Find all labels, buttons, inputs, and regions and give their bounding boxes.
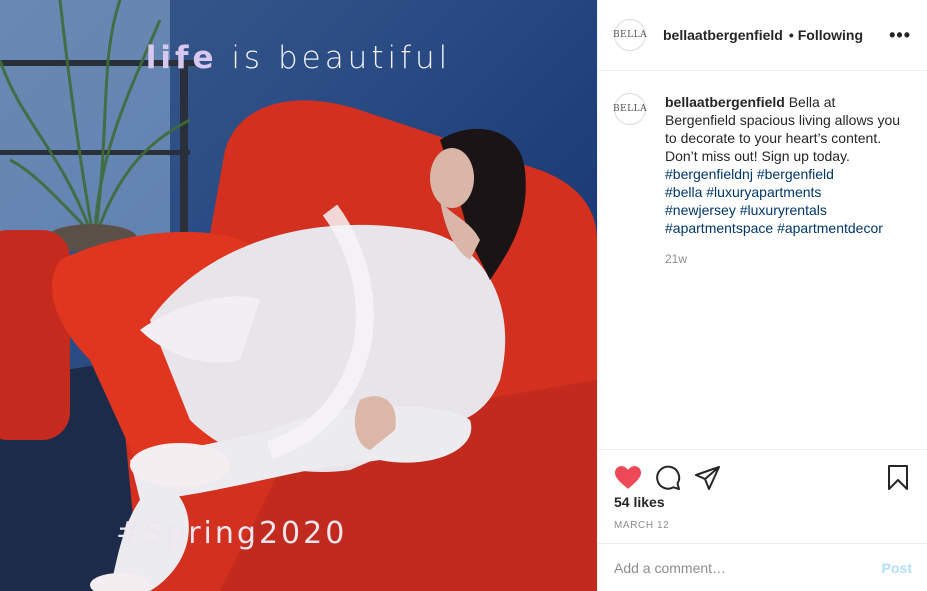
bookmark-icon[interactable] bbox=[884, 464, 912, 492]
post-side-panel: BELLA bellaatbergenfield • Following •••… bbox=[597, 0, 927, 591]
caption-area: BELLA bellaatbergenfield Bella at Bergen… bbox=[598, 71, 927, 449]
share-icon[interactable] bbox=[694, 464, 722, 492]
heart-filled-icon[interactable] bbox=[614, 464, 642, 492]
more-options-icon[interactable]: ••• bbox=[889, 25, 911, 46]
overlay-headline: life is beautiful bbox=[0, 40, 597, 76]
overlay-word-life: life bbox=[145, 40, 218, 76]
overlay-word-rest: is beautiful bbox=[217, 40, 452, 76]
profile-avatar[interactable]: BELLA bbox=[613, 19, 647, 51]
comment-bar: Post bbox=[598, 543, 927, 591]
hashtag-link[interactable]: #luxuryrentals bbox=[740, 202, 827, 218]
hashtag-link[interactable]: #apartmentspace bbox=[665, 220, 773, 236]
separator-dot: • bbox=[788, 27, 794, 43]
caption-username-link[interactable]: bellaatbergenfield bbox=[665, 94, 785, 110]
post-header: BELLA bellaatbergenfield • Following ••• bbox=[598, 0, 927, 71]
overlay-hashtag: #Spring2020 bbox=[116, 516, 348, 551]
caption-avatar[interactable]: BELLA bbox=[613, 93, 647, 125]
post-date[interactable]: MARCH 12 bbox=[614, 520, 669, 531]
hashtag-link[interactable]: #bella bbox=[665, 184, 702, 200]
following-button[interactable]: Following bbox=[798, 27, 863, 43]
likes-count[interactable]: 54 likes bbox=[614, 494, 665, 510]
caption-time-ago[interactable]: 21w bbox=[665, 250, 905, 268]
post-comment-button[interactable]: Post bbox=[882, 560, 912, 576]
post-image[interactable]: life is beautiful #Spring2020 bbox=[0, 0, 597, 591]
hashtag-link[interactable]: #apartmentdecor bbox=[777, 220, 883, 236]
hashtag-link[interactable]: #newjersey bbox=[665, 202, 736, 218]
hashtag-link[interactable]: #bergenfield bbox=[757, 166, 834, 182]
header-username-link[interactable]: bellaatbergenfield bbox=[663, 27, 783, 43]
post-photo-illustration bbox=[0, 0, 597, 591]
caption-text-block: bellaatbergenfield Bella at Bergenfield … bbox=[665, 93, 905, 449]
hashtag-link[interactable]: #bergenfieldnj bbox=[665, 166, 753, 182]
hashtag-link[interactable]: #luxuryapartments bbox=[706, 184, 821, 200]
comment-icon[interactable] bbox=[654, 464, 682, 492]
action-bar bbox=[598, 449, 927, 495]
comment-input[interactable] bbox=[614, 559, 864, 576]
